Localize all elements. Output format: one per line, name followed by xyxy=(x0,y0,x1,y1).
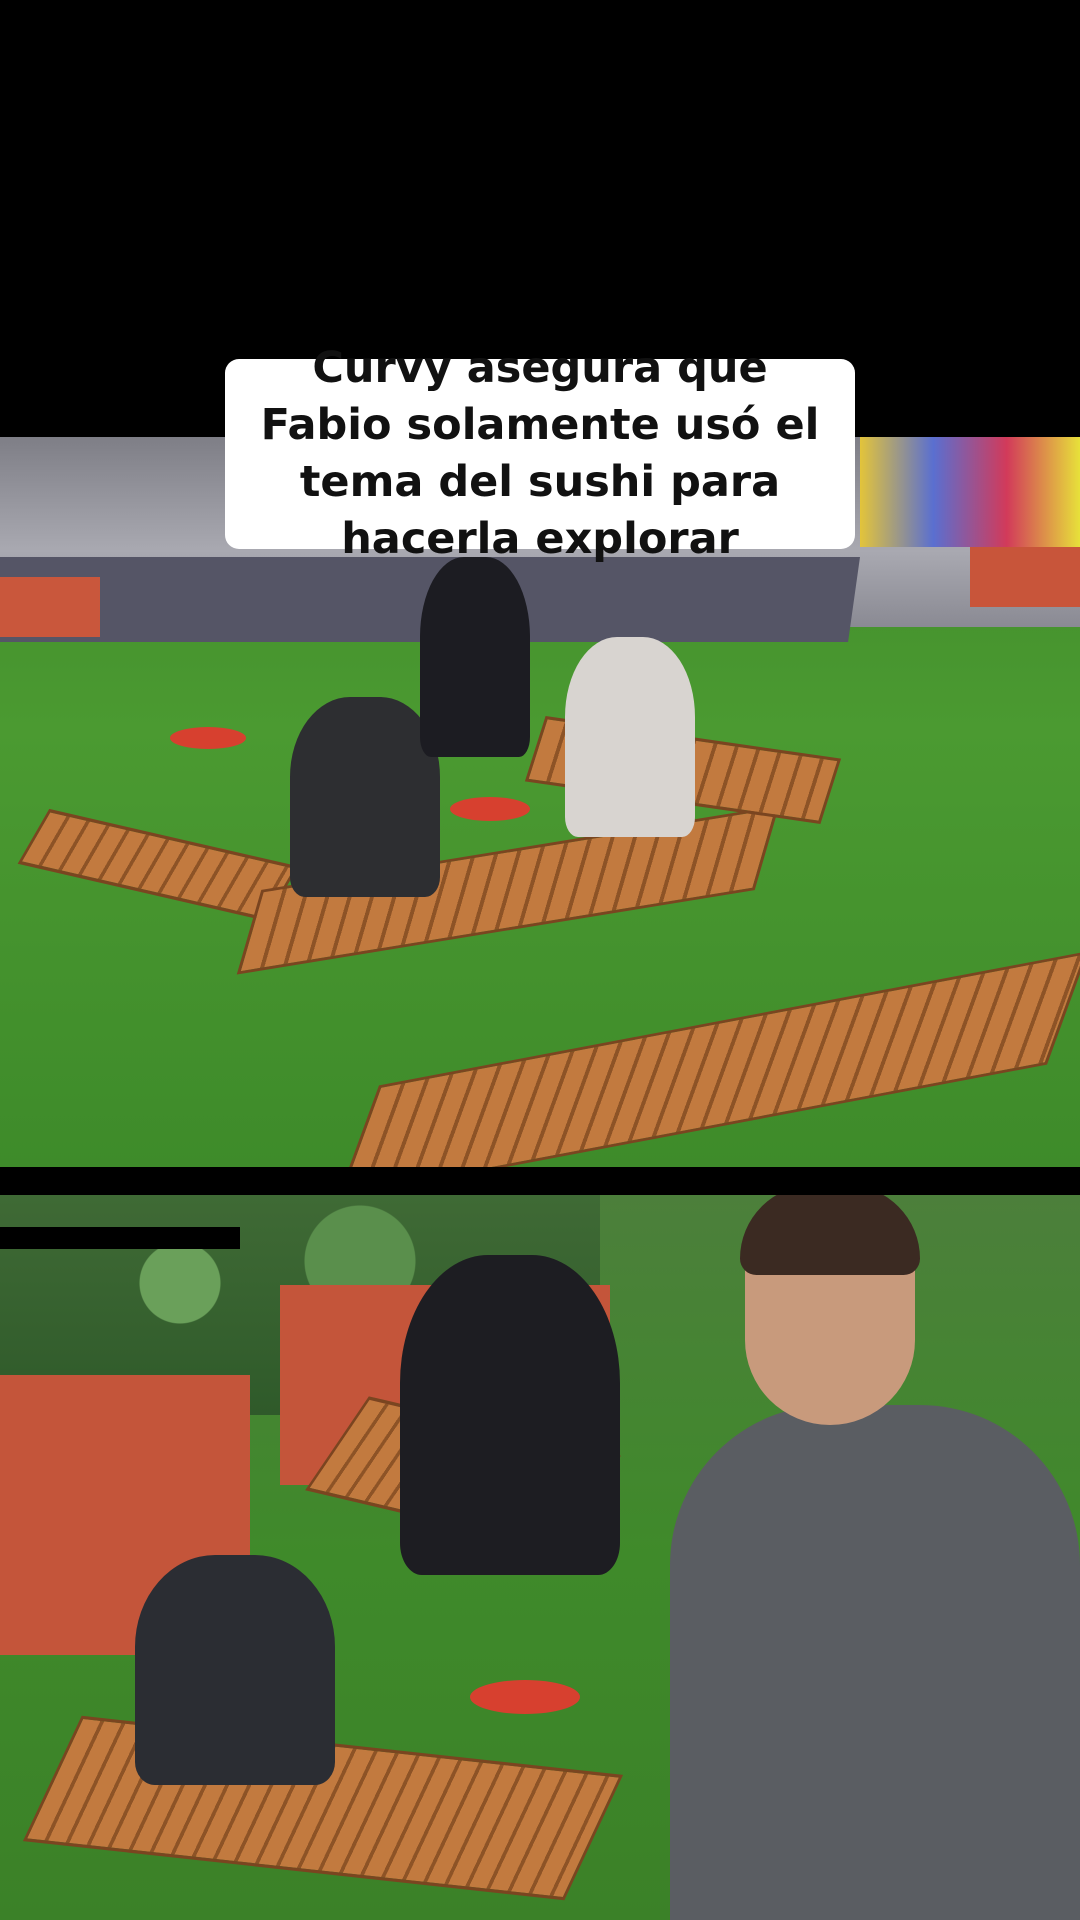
person-seated-man xyxy=(135,1555,335,1785)
person-standing-woman xyxy=(420,557,530,757)
side-table-bottom xyxy=(470,1680,580,1714)
person-seated-man xyxy=(290,697,440,897)
redaction-bar xyxy=(0,1227,240,1249)
side-table-center xyxy=(450,797,530,821)
caption-box: Curvy asegura que Fabio solamente usó el… xyxy=(225,343,855,564)
colorful-wall xyxy=(860,437,1080,547)
person-seated-woman xyxy=(565,637,695,837)
divider-bar xyxy=(0,1167,1080,1195)
video-frame-bottom xyxy=(0,1195,1080,1920)
lounge-chair-front xyxy=(337,951,1080,1167)
presenter-shirt xyxy=(670,1405,1080,1920)
side-table-left xyxy=(170,727,246,749)
person-standing-woman xyxy=(400,1255,620,1575)
planter-right xyxy=(970,537,1080,607)
planter-left xyxy=(0,577,100,637)
caption-text: Curvy asegura que Fabio solamente usó el… xyxy=(260,343,820,564)
presenter-hair xyxy=(740,1195,920,1275)
